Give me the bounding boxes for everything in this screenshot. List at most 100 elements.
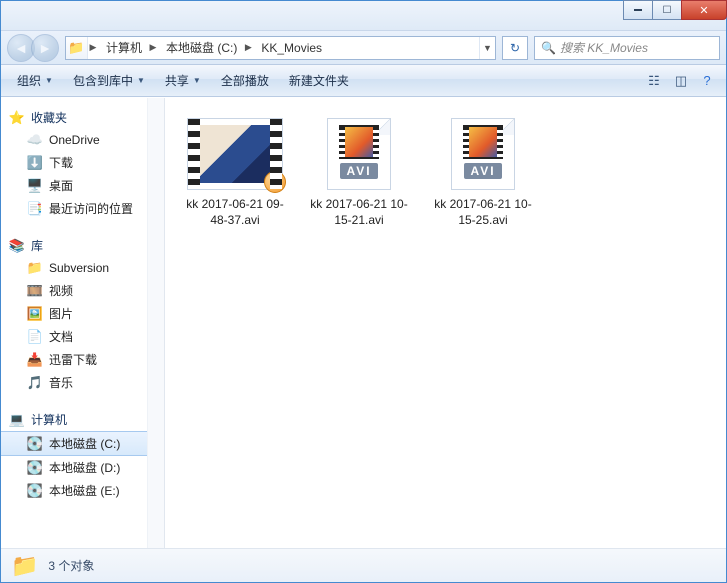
nav-arrows: ◄ ►: [7, 34, 59, 62]
organize-label: 组织: [17, 72, 41, 89]
sidebar-item-drive-e[interactable]: 💽 本地磁盘 (E:): [1, 479, 164, 502]
close-button[interactable]: [681, 0, 727, 20]
file-item[interactable]: AVI kk 2017-06-21 10-15-25.avi: [433, 118, 533, 228]
desktop-icon: 🖥️: [27, 178, 43, 194]
breadcrumb[interactable]: 计算机 本地磁盘 (C:) KK_Movies: [65, 36, 496, 60]
breadcrumb-seg-folder[interactable]: KK_Movies: [253, 37, 328, 59]
sidebar-item-label: 视频: [49, 282, 73, 299]
sidebar-item-drive-d[interactable]: 💽 本地磁盘 (D:): [1, 456, 164, 479]
maximize-button[interactable]: [652, 0, 682, 20]
sidebar-group-favorites: ⭐ 收藏夹 ☁️ OneDrive ⬇️ 下载 🖥️ 桌面 📑 最近访问的位置: [1, 106, 164, 220]
picture-icon: 🖼️: [27, 306, 43, 322]
nav-bar: ◄ ► 计算机 本地磁盘 (C:) KK_Movies 搜索 KK_Movies: [1, 31, 726, 65]
sidebar-item-label: 本地磁盘 (D:): [49, 459, 120, 476]
sidebar-head-computer[interactable]: 💻 计算机: [1, 408, 164, 431]
refresh-button[interactable]: [502, 36, 528, 60]
sidebar-item-desktop[interactable]: 🖥️ 桌面: [1, 174, 164, 197]
drive-icon: 💽: [27, 460, 43, 476]
download-icon: ⬇️: [27, 155, 43, 171]
folder-icon: [66, 37, 88, 59]
include-library-button[interactable]: 包含到库中: [65, 68, 153, 93]
chevron-down-icon: [193, 76, 201, 85]
sidebar-item-label: Subversion: [49, 261, 109, 275]
sidebar-head-libraries[interactable]: 📚 库: [1, 234, 164, 257]
sidebar-item-label: 图片: [49, 305, 73, 322]
organize-button[interactable]: 组织: [9, 68, 61, 93]
sidebar-group-computer: 💻 计算机 💽 本地磁盘 (C:) 💽 本地磁盘 (D:) 💽 本地磁盘 (E:): [1, 408, 164, 502]
file-item[interactable]: AVI kk 2017-06-21 10-15-21.avi: [309, 118, 409, 228]
play-all-label: 全部播放: [221, 72, 269, 89]
help-button[interactable]: ?: [696, 70, 718, 92]
drive-icon: 💽: [27, 436, 43, 452]
sidebar-item-label: 文档: [49, 328, 73, 345]
sidebar-item-label: 本地磁盘 (C:): [49, 435, 120, 452]
status-text: 3 个对象: [48, 557, 94, 574]
status-bar: 📁 3 个对象: [1, 548, 726, 582]
chevron-down-icon: [45, 76, 53, 85]
chevron-right-icon[interactable]: [148, 42, 158, 53]
sidebar-item-recent[interactable]: 📑 最近访问的位置: [1, 197, 164, 220]
breadcrumb-dropdown[interactable]: [479, 37, 495, 59]
sidebar-item-subversion[interactable]: 📁 Subversion: [1, 257, 164, 279]
sidebar-item-videos[interactable]: 🎞️ 视频: [1, 279, 164, 302]
chevron-right-icon[interactable]: [243, 42, 253, 53]
breadcrumb-seg-drive[interactable]: 本地磁盘 (C:): [158, 37, 243, 59]
document-icon: 📄: [27, 329, 43, 345]
avi-tag: AVI: [340, 163, 377, 179]
avi-file-icon: AVI: [327, 118, 391, 190]
recent-icon: 📑: [27, 201, 43, 217]
sidebar-group-libraries: 📚 库 📁 Subversion 🎞️ 视频 🖼️ 图片 📄 文档 📥 迅雷下载 🎵 音乐: [1, 234, 164, 394]
sidebar-label: 计算机: [31, 411, 67, 428]
file-name: kk 2017-06-21 10-15-25.avi: [433, 196, 533, 228]
share-button[interactable]: 共享: [157, 68, 209, 93]
drive-icon: 💽: [27, 483, 43, 499]
sidebar-item-label: 下载: [49, 154, 73, 171]
preview-pane-button[interactable]: ◫: [670, 70, 692, 92]
file-name: kk 2017-06-21 10-15-21.avi: [309, 196, 409, 228]
sidebar-item-label: 音乐: [49, 374, 73, 391]
download-icon: 📥: [27, 352, 43, 368]
view-options-button[interactable]: ☷: [644, 70, 666, 92]
sidebar-item-onedrive[interactable]: ☁️ OneDrive: [1, 129, 164, 151]
sidebar-head-favorites[interactable]: ⭐ 收藏夹: [1, 106, 164, 129]
avi-file-icon: AVI: [451, 118, 515, 190]
sidebar-item-drive-c[interactable]: 💽 本地磁盘 (C:): [1, 431, 164, 456]
sidebar-label: 库: [31, 237, 43, 254]
sidebar-item-documents[interactable]: 📄 文档: [1, 325, 164, 348]
sidebar-item-pictures[interactable]: 🖼️ 图片: [1, 302, 164, 325]
breadcrumb-seg-computer[interactable]: 计算机: [98, 37, 148, 59]
folder-icon: 📁: [27, 260, 43, 276]
sidebar-item-downloads[interactable]: ⬇️ 下载: [1, 151, 164, 174]
library-icon: 📚: [9, 238, 25, 254]
sidebar-item-label: 桌面: [49, 177, 73, 194]
video-thumbnail: [187, 118, 283, 190]
forward-button[interactable]: ►: [31, 34, 59, 62]
sidebar-label: 收藏夹: [31, 109, 67, 126]
folder-icon: 📁: [11, 553, 38, 579]
sidebar-item-label: 最近访问的位置: [49, 200, 133, 217]
file-name: kk 2017-06-21 09-48-37.avi: [185, 196, 285, 228]
video-icon: 🎞️: [27, 283, 43, 299]
body: ⭐ 收藏夹 ☁️ OneDrive ⬇️ 下载 🖥️ 桌面 📑 最近访问的位置 📚 库 …: [1, 97, 726, 548]
sidebar-item-label: 本地磁盘 (E:): [49, 482, 120, 499]
minimize-button[interactable]: [623, 0, 653, 20]
titlebar: [1, 1, 726, 31]
search-input[interactable]: 搜索 KK_Movies: [534, 36, 720, 60]
avi-tag: AVI: [464, 163, 501, 179]
scrollbar[interactable]: [147, 98, 164, 548]
sidebar-item-music[interactable]: 🎵 音乐: [1, 371, 164, 394]
music-icon: 🎵: [27, 375, 43, 391]
sidebar-item-xunlei[interactable]: 📥 迅雷下载: [1, 348, 164, 371]
file-item[interactable]: kk 2017-06-21 09-48-37.avi: [185, 118, 285, 228]
window-controls: [624, 0, 727, 20]
explorer-window: ◄ ► 计算机 本地磁盘 (C:) KK_Movies 搜索 KK_Movies…: [0, 0, 727, 583]
new-folder-button[interactable]: 新建文件夹: [281, 68, 357, 93]
sidebar-item-label: OneDrive: [49, 133, 100, 147]
chevron-right-icon[interactable]: [88, 42, 98, 53]
play-all-button[interactable]: 全部播放: [213, 68, 277, 93]
cloud-icon: ☁️: [27, 132, 43, 148]
sidebar[interactable]: ⭐ 收藏夹 ☁️ OneDrive ⬇️ 下载 🖥️ 桌面 📑 最近访问的位置 📚 库 …: [1, 98, 165, 548]
sidebar-item-label: 迅雷下载: [49, 351, 97, 368]
content-pane[interactable]: kk 2017-06-21 09-48-37.avi AVI kk 2017-0…: [165, 98, 726, 548]
star-icon: ⭐: [9, 110, 25, 126]
